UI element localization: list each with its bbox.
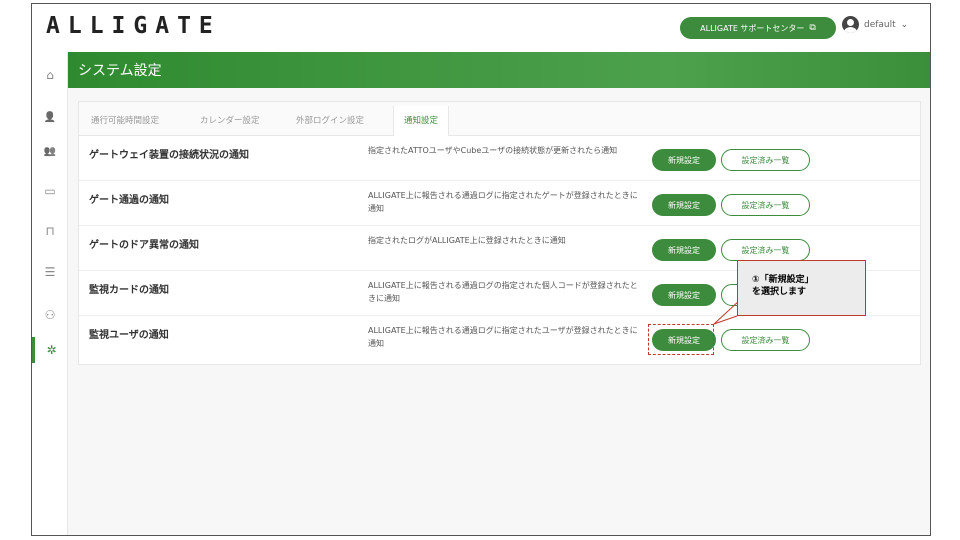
configured-list-button[interactable]: 設定済み一覧	[721, 329, 810, 351]
tab-access-time[interactable]: 通行可能時間設定	[91, 114, 159, 126]
user-icon: 👤	[43, 111, 57, 123]
row-description: ALLIGATE上に報告される通過ログに指定されたユーザが登録されたときに通知	[368, 326, 638, 348]
gear-icon: ✲	[46, 343, 57, 357]
new-setting-button[interactable]: 新規設定	[652, 284, 716, 306]
top-bar: ALLIGATE ALLIGATE サポートセンター ⧉ default ⌄	[32, 4, 930, 52]
support-center-label: ALLIGATE サポートセンター	[700, 23, 805, 33]
highlight-box	[648, 324, 714, 355]
row-description: ALLIGATE上に報告される通過ログに指定されたゲートが登録されたときに通知	[368, 191, 638, 213]
callout-line-2: を選択します	[752, 287, 807, 297]
tab-bar: 通行可能時間設定 カレンダー設定 外部ログイン設定 通知設定	[79, 102, 920, 136]
new-setting-button[interactable]: 新規設定	[652, 239, 716, 261]
table-row: ゲートウェイ装置の接続状況の通知 指定されたATTOユーザやCubeユーザの接続…	[79, 136, 920, 181]
configured-list-button[interactable]: 設定済み一覧	[721, 149, 810, 171]
home-icon: ⌂	[46, 68, 54, 82]
configured-list-button[interactable]: 設定済み一覧	[721, 239, 810, 261]
row-title: ゲートのドア異常の通知	[89, 240, 199, 251]
row-title: 監視カードの通知	[89, 285, 169, 296]
card-icon: ▭	[44, 184, 56, 198]
page-title: システム設定	[78, 63, 162, 79]
row-title: ゲート通過の通知	[89, 195, 169, 206]
annotation-callout: ①「新規設定」 を選択します	[737, 260, 866, 316]
list-icon: ☰	[44, 265, 56, 279]
gate-icon: ⊓	[45, 224, 55, 238]
tab-calendar[interactable]: カレンダー設定	[200, 114, 260, 126]
sidebar-item-list[interactable]: ☰	[32, 259, 68, 285]
table-row: ゲート通過の通知 ALLIGATE上に報告される通過ログに指定されたゲートが登録…	[79, 181, 920, 226]
users-icon: 👥	[43, 145, 57, 157]
sidebar-item-users[interactable]: 👥	[32, 138, 68, 164]
row-description: ALLIGATE上に報告される通過ログの指定された個人コードが登録されたときに通…	[368, 281, 638, 303]
row-title: 監視ユーザの通知	[89, 330, 169, 341]
configured-list-button[interactable]: 設定済み一覧	[721, 194, 810, 216]
page-title-bar: システム設定	[68, 52, 930, 88]
sidebar-item-gate[interactable]: ⊓	[32, 218, 68, 244]
sidebar-item-settings[interactable]: ✲	[32, 337, 68, 363]
user-menu[interactable]: default ⌄	[842, 16, 908, 33]
chevron-down-icon: ⌄	[900, 19, 909, 30]
table-row: 監視ユーザの通知 ALLIGATE上に報告される通過ログに指定されたユーザが登録…	[79, 316, 920, 361]
tab-external-login[interactable]: 外部ログイン設定	[296, 114, 364, 126]
new-setting-button[interactable]: 新規設定	[652, 149, 716, 171]
callout-line-1: ①「新規設定」	[752, 275, 814, 285]
tab-notification[interactable]: 通知設定	[393, 106, 450, 136]
row-description: 指定されたATTOユーザやCubeユーザの接続状態が更新されたら通知	[368, 146, 618, 155]
notification-settings-panel: 通行可能時間設定 カレンダー設定 外部ログイン設定 通知設定 ゲートウェイ装置の…	[78, 101, 921, 365]
sidebar-item-card[interactable]: ▭	[32, 178, 68, 204]
row-title: ゲートウェイ装置の接続状況の通知	[89, 150, 249, 161]
new-setting-button[interactable]: 新規設定	[652, 194, 716, 216]
row-description: 指定されたログがALLIGATE上に登録されたときに通知	[368, 236, 566, 245]
user-avatar-icon	[842, 16, 859, 33]
sidebar-item-home[interactable]: ⌂	[32, 62, 68, 88]
user-name: default	[864, 19, 896, 30]
user-clock-icon: ⚇	[44, 308, 56, 322]
app-logo: ALLIGATE	[46, 13, 221, 39]
support-center-button[interactable]: ALLIGATE サポートセンター ⧉	[680, 17, 836, 39]
sidebar: ⌂ 👤 👥 ▭ ⊓ ☰ ⚇ ✲	[32, 52, 68, 535]
sidebar-item-user[interactable]: 👤	[32, 104, 68, 130]
external-link-icon: ⧉	[809, 23, 816, 33]
sidebar-item-user-clock[interactable]: ⚇	[32, 302, 68, 328]
